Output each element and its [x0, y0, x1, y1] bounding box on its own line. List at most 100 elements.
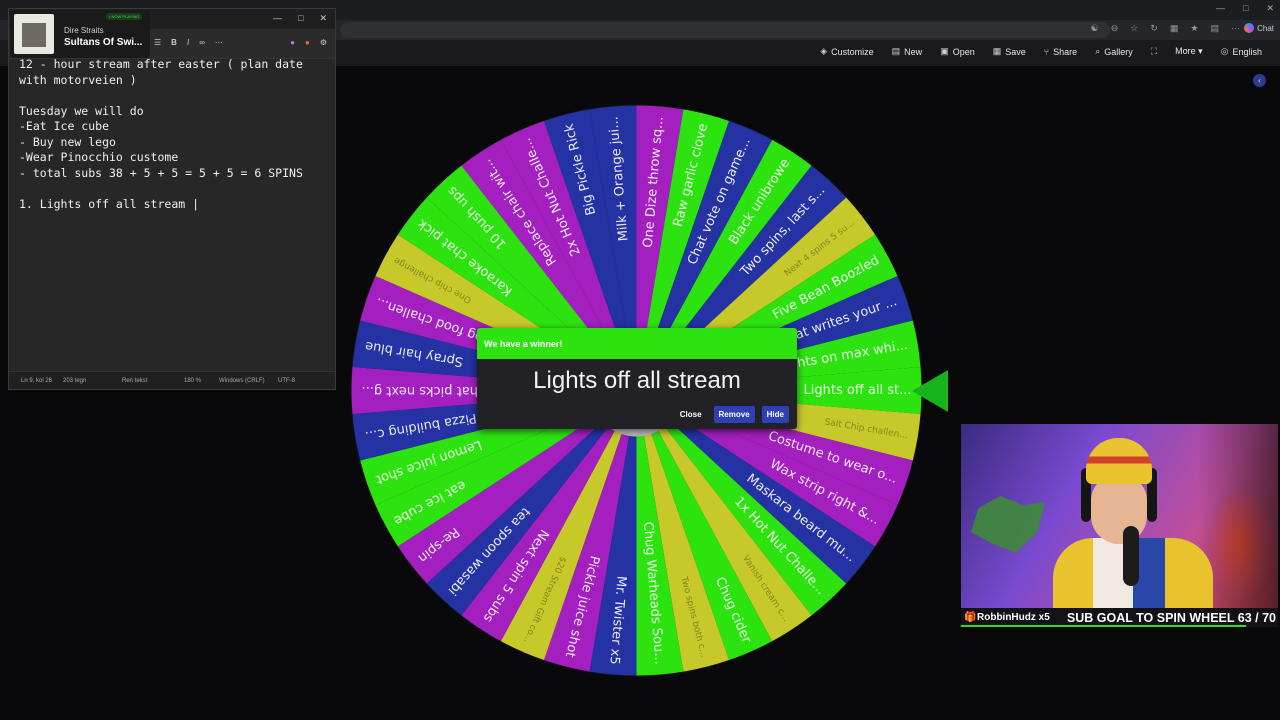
notepad-line: 1. Lights off all stream | — [19, 196, 200, 211]
streamer — [1053, 430, 1213, 608]
toolbar-item-save[interactable]: ▦ Save — [993, 46, 1026, 57]
notepad-text-area[interactable]: 12 - hour stream after easter ( plan dat… — [19, 57, 329, 212]
toolbar-menu: ◈ Customize ▤ New ▣ Open ▦ Save ⑂ Share ⌕ Gallery ⛶ M… — [820, 46, 1262, 57]
toolbar-item-new[interactable]: ▤ New — [892, 46, 923, 57]
more-icon[interactable]: ⋯ — [215, 38, 223, 47]
favorites-icon[interactable]: ★ — [1190, 23, 1198, 34]
zoom-level: 180 % — [184, 378, 202, 384]
winner-name: Lights off all stream — [533, 367, 741, 394]
folder-icon: ▣ — [940, 46, 949, 56]
now-playing-badge: • NOW PLAYING — [106, 13, 143, 20]
album-art — [14, 14, 54, 54]
gift-icon: 🎁 — [964, 612, 977, 623]
notepad-window: — □ ✕ ☰ B I ∞ ⋯ ● ● ⚙ 12 - hour stream a… — [8, 8, 336, 390]
toolbar-item-gallery[interactable]: ⌕ Gallery — [1095, 46, 1133, 57]
close-icon[interactable]: ✕ — [1266, 3, 1274, 14]
copilot-icon[interactable]: ● — [290, 38, 295, 47]
notepad-line: - total subs 38 + 5 + 5 = 5 + 5 = 6 SPIN… — [19, 165, 303, 180]
close-button[interactable]: Close — [675, 406, 707, 423]
bold-icon[interactable]: B — [171, 38, 177, 47]
copilot-chat-button[interactable]: Chat — [1244, 23, 1274, 33]
sub-goal-bar: 🎁 RobbinHudz x5 SUB GOAL TO SPIN WHEEL 6… — [961, 608, 1278, 627]
webcam-feed — [961, 424, 1278, 608]
zoom-icon[interactable]: ⊖ — [1111, 23, 1119, 34]
toolbar-item-open[interactable]: ▣ Open — [940, 46, 975, 57]
file-icon: ▤ — [891, 46, 901, 56]
search-icon: ⌕ — [1095, 46, 1101, 56]
star-icon[interactable]: ☆ — [1130, 23, 1138, 34]
sub-goal-text: SUB GOAL TO SPIN WHEEL 63 / 70 — [1066, 611, 1276, 625]
toolbar-item-more[interactable]: More ▾ — [1175, 46, 1203, 57]
settings-icon[interactable]: ⚙ — [320, 38, 327, 47]
sub-goal-progress — [961, 625, 1247, 627]
maximize-icon[interactable]: □ — [298, 13, 303, 24]
minimize-icon[interactable]: — — [1216, 3, 1225, 14]
notepad-statusbar: Ln 9, kol 26 203 tegn Ren tekst 180 % Wi… — [9, 371, 335, 389]
notepad-line: Tuesday we will do — [19, 103, 144, 118]
maximize-icon[interactable]: □ — [1243, 3, 1248, 14]
toolbar-item-label: Open — [952, 46, 975, 57]
toolbar-item-label: More ▾ — [1175, 46, 1203, 56]
toolbar-item-label: Save — [1005, 46, 1026, 57]
toolbar-item-customize[interactable]: ◈ Customize — [820, 46, 873, 57]
line-endings: Windows (CRLF) — [219, 378, 265, 384]
track-title: Sultans Of Swi... — [64, 37, 143, 48]
address-bar-icons: ☯ ⊖ ☆ ↻ ▦ ★ ▤ ⋯ — [1091, 23, 1240, 34]
refresh-icon[interactable]: ↻ — [1150, 23, 1158, 34]
screen: — □ ✕ ☯ ⊖ ☆ ↻ ▦ ★ ▤ ⋯ Chat ◈ Customize ▤ Ne… — [0, 0, 1280, 720]
minimize-icon[interactable]: — — [273, 13, 282, 24]
link-icon[interactable]: ∞ — [199, 38, 205, 47]
toolbar-item-label: Share — [1053, 46, 1078, 57]
notepad-line: 12 - hour stream after easter ( plan dat… — [19, 57, 303, 71]
winner-dialog-title: We have a winner! — [484, 339, 563, 349]
chat-label: Chat — [1257, 23, 1274, 33]
hide-button[interactable]: Hide — [761, 406, 789, 423]
browser-window-controls: — □ ✕ — [1216, 3, 1274, 14]
avatar[interactable]: ● — [305, 38, 310, 47]
wheel-entry-label: Chat picks next g... — [362, 383, 488, 398]
toolbar-item-english[interactable]: ◎ English — [1221, 46, 1262, 57]
now-playing-widget: • NOW PLAYING Dire Straits Sultans Of Sw… — [10, 10, 150, 58]
globe-icon: ◎ — [1220, 46, 1229, 56]
italic-icon[interactable]: I — [187, 38, 189, 47]
toolbar-item-label: English — [1232, 46, 1262, 57]
cursor-position: Ln 9, kol 26 — [21, 378, 53, 384]
toolbar-item-fullscreen[interactable]: ⛶ — [1151, 46, 1157, 57]
copilot-icon — [1244, 23, 1255, 33]
notepad-line: with motorveien ) — [19, 72, 137, 87]
wheel-pointer — [912, 370, 948, 412]
palette-icon: ◈ — [820, 46, 828, 56]
char-count: 203 tegn — [63, 378, 87, 384]
save-icon: ▦ — [992, 46, 1002, 56]
close-icon[interactable]: ✕ — [319, 13, 327, 24]
artist-name: Dire Straits — [64, 26, 104, 35]
notepad-line — [19, 88, 329, 104]
notepad-window-controls: — □ ✕ — [273, 13, 327, 24]
extensions-icon[interactable]: ▦ — [1170, 23, 1179, 34]
share-icon: ⑂ — [1043, 46, 1050, 57]
notepad-right-tools: ● ● ⚙ — [290, 38, 327, 47]
notepad-format-tools: ☰ B I ∞ ⋯ — [154, 38, 223, 47]
toolbar-item-share[interactable]: ⑂ Share — [1044, 46, 1077, 57]
notepad-line: - Buy new lego — [19, 134, 116, 149]
translate-icon[interactable]: ☯ — [1091, 23, 1099, 34]
menu-icon[interactable]: ⋯ — [1231, 23, 1240, 34]
toolbar-item-label: Customize — [831, 46, 874, 57]
chevron-left-icon[interactable]: ‹ — [1253, 74, 1266, 87]
microphone — [1123, 526, 1139, 586]
address-bar[interactable] — [340, 22, 1110, 38]
notepad-line: -Wear Pinocchio custome — [19, 150, 179, 164]
notepad-line: -Eat Ice cube — [19, 119, 110, 133]
notepad-line — [19, 181, 329, 197]
green-plush — [971, 496, 1045, 553]
recent-gifter: RobbinHudz x5 — [977, 612, 1050, 623]
collections-icon[interactable]: ▤ — [1210, 23, 1219, 34]
remove-button[interactable]: Remove — [713, 406, 755, 423]
toolbar-item-label: Gallery — [1104, 46, 1133, 57]
winner-dialog-actions: Close Remove Hide — [675, 406, 789, 423]
winner-dialog: We have a winner! Lights off all stream … — [477, 328, 797, 429]
text-format: Ren tekst — [122, 378, 148, 384]
list-icon[interactable]: ☰ — [154, 38, 161, 47]
toolbar-item-label: New — [904, 46, 923, 57]
winner-dialog-header: We have a winner! — [477, 328, 797, 359]
